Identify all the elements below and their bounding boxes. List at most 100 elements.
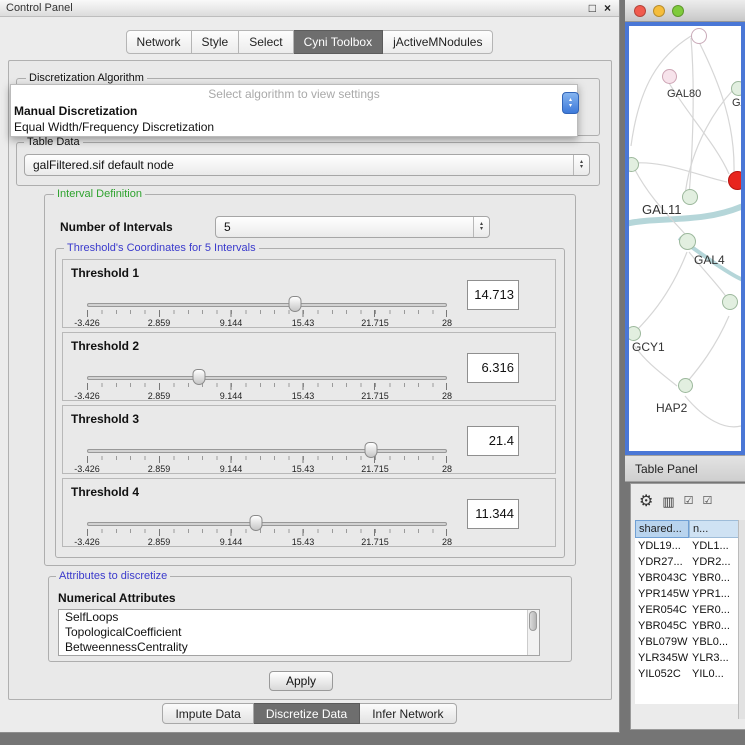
threshold-slider[interactable]: -3.4262.8599.14415.4321.71528 (87, 514, 447, 547)
mac-zoom-button[interactable] (672, 5, 684, 17)
network-node[interactable] (662, 69, 677, 84)
threshold-label: Threshold 3 (71, 412, 139, 426)
scale-label: 9.144 (220, 318, 243, 328)
algorithm-combo-stepper[interactable]: ▴ ▾ (562, 92, 579, 114)
columns-icon[interactable]: ▥ (662, 495, 674, 508)
slider-track[interactable] (87, 449, 447, 453)
table-row[interactable]: YER054C YER0... (635, 602, 745, 618)
cell-name: YBR0... (689, 618, 745, 634)
number-of-intervals-combo[interactable]: 5 ▴ ▾ (215, 216, 490, 238)
table-column-header[interactable]: n... (689, 520, 745, 538)
tab[interactable]: Cyni Toolbox (294, 30, 383, 54)
threshold-slider[interactable]: -3.4262.8599.14415.4321.71528 (87, 295, 447, 328)
tab[interactable]: Style (192, 30, 240, 54)
network-node[interactable] (722, 294, 738, 310)
network-node[interactable] (728, 171, 741, 190)
attribute-list-item[interactable]: SelfLoops (59, 610, 539, 625)
numerical-attributes-list: SelfLoops TopologicalCoefficient Between… (58, 609, 540, 656)
table-panel-window: ⚙ ▥ ☑ ☑ shared... n... YDL19... YDL1... … (630, 483, 745, 730)
slider-major-ticks (87, 310, 447, 317)
cell-name: YBR0... (689, 570, 745, 586)
bottom-tab-label: Discretize Data (266, 707, 347, 721)
cell-shared-name: YBR045C (635, 618, 689, 634)
network-node[interactable] (682, 189, 698, 205)
slider-scale: -3.4262.8599.14415.4321.71528 (87, 464, 447, 474)
scale-label: 2.859 (148, 464, 171, 474)
threshold-panel: Threshold 1 -3.4262.8599.14415.4321.7152… (62, 259, 556, 328)
combo-stepper-icon[interactable]: ▴ ▾ (573, 155, 589, 175)
threshold-value-field[interactable]: 6.316 (467, 353, 519, 383)
slider-track[interactable] (87, 522, 447, 526)
control-panel-titlebar[interactable]: Control Panel □ × (0, 0, 619, 17)
close-icon[interactable]: × (604, 1, 611, 15)
table-scrollbar[interactable] (738, 520, 745, 719)
network-node-label: GA (732, 97, 741, 109)
cell-shared-name: YER054C (635, 602, 689, 618)
apply-button[interactable]: Apply (269, 671, 333, 691)
select-all-icon[interactable]: ☑ (684, 495, 694, 508)
tab-label: Cyni Toolbox (304, 35, 372, 49)
control-panel-window: Control Panel □ × Network Style (0, 0, 620, 733)
network-node[interactable] (678, 378, 693, 393)
tab[interactable]: Network (126, 30, 192, 54)
slider-track[interactable] (87, 303, 447, 307)
network-node[interactable] (691, 28, 707, 44)
tab[interactable]: jActiveMNodules (383, 30, 493, 54)
table-body: YDL19... YDL1... YDR27... YDR2... YBR043… (635, 538, 745, 704)
interval-definition-group-title: Interval Definition (54, 188, 145, 200)
network-canvas[interactable]: GAL80 GA GAL11 GAL4 GCY1 HAP2 (629, 26, 741, 451)
mac-close-button[interactable] (634, 5, 646, 17)
algorithm-option[interactable]: Manual Discretization (11, 103, 577, 119)
slider-thumb[interactable] (365, 442, 378, 458)
table-column-header[interactable]: shared... (635, 520, 689, 538)
bottom-tab[interactable]: Infer Network (360, 703, 456, 724)
threshold-slider[interactable]: -3.4262.8599.14415.4321.71528 (87, 368, 447, 401)
slider-thumb[interactable] (250, 515, 263, 531)
network-view-frame: GAL80 GA GAL11 GAL4 GCY1 HAP2 (625, 22, 745, 455)
threshold-slider[interactable]: -3.4262.8599.14415.4321.71528 (87, 441, 447, 474)
slider-thumb[interactable] (192, 369, 205, 385)
threshold-value-field[interactable]: 21.4 (467, 426, 519, 456)
tab[interactable]: Select (239, 30, 293, 54)
table-panel-header[interactable]: Table Panel (625, 455, 745, 482)
table-row[interactable]: YBL079W YBL0... (635, 634, 745, 650)
scale-label: 28 (442, 464, 452, 474)
table-row[interactable]: YDL19... YDL1... (635, 538, 745, 554)
table-row[interactable]: YPR145W YPR1... (635, 586, 745, 602)
threshold-value-field[interactable]: 11.344 (467, 499, 519, 529)
cell-name: YBL0... (689, 634, 745, 650)
attribute-list-item[interactable]: BetweennessCentrality (59, 640, 539, 655)
slider-track[interactable] (87, 376, 447, 380)
combo-stepper-icon[interactable]: ▴ ▾ (473, 217, 489, 237)
threshold-value-field[interactable]: 14.713 (467, 280, 519, 310)
network-node[interactable] (679, 233, 696, 250)
threshold-panel: Threshold 2 -3.4262.8599.14415.4321.7152… (62, 332, 556, 401)
table-row[interactable]: YBR045C YBR0... (635, 618, 745, 634)
table-data-combo[interactable]: galFiltered.sif default node ▴ ▾ (24, 154, 590, 176)
bottom-tab-bar: Impute Data Discretize Data Infer Networ… (0, 703, 619, 724)
algorithm-option[interactable]: Equal Width/Frequency Discretization (11, 119, 577, 135)
maximize-icon[interactable]: □ (589, 1, 596, 15)
attribute-list-item[interactable]: TopologicalCoefficient (59, 625, 539, 640)
settings-gear-icon[interactable]: ⚙ (639, 495, 653, 508)
table-row[interactable]: YBR043C YBR0... (635, 570, 745, 586)
select-columns-icon[interactable]: ☑ (703, 495, 713, 508)
table-row[interactable]: YIL052C YIL0... (635, 666, 745, 682)
table-row[interactable]: YDR27... YDR2... (635, 554, 745, 570)
numerical-attributes-label: Numerical Attributes (58, 591, 176, 605)
slider-thumb[interactable] (288, 296, 301, 312)
bottom-tab-label: Infer Network (372, 707, 443, 721)
attributes-scrollbar[interactable] (527, 610, 539, 655)
attributes-scrollbar-thumb[interactable] (529, 611, 537, 631)
thresholds-group-title: Threshold's Coordinates for 5 Intervals (64, 242, 259, 254)
bottom-tab[interactable]: Discretize Data (254, 703, 360, 724)
network-node[interactable] (731, 81, 741, 96)
bottom-tab[interactable]: Impute Data (162, 703, 253, 724)
threshold-label: Threshold 4 (71, 485, 139, 499)
cell-shared-name: YPR145W (635, 586, 689, 602)
network-window-titlebar[interactable] (625, 0, 745, 22)
stepper-down-icon: ▾ (569, 103, 572, 109)
scale-label: 21.715 (361, 391, 389, 401)
table-row[interactable]: YLR345W YLR3... (635, 650, 745, 666)
mac-minimize-button[interactable] (653, 5, 665, 17)
